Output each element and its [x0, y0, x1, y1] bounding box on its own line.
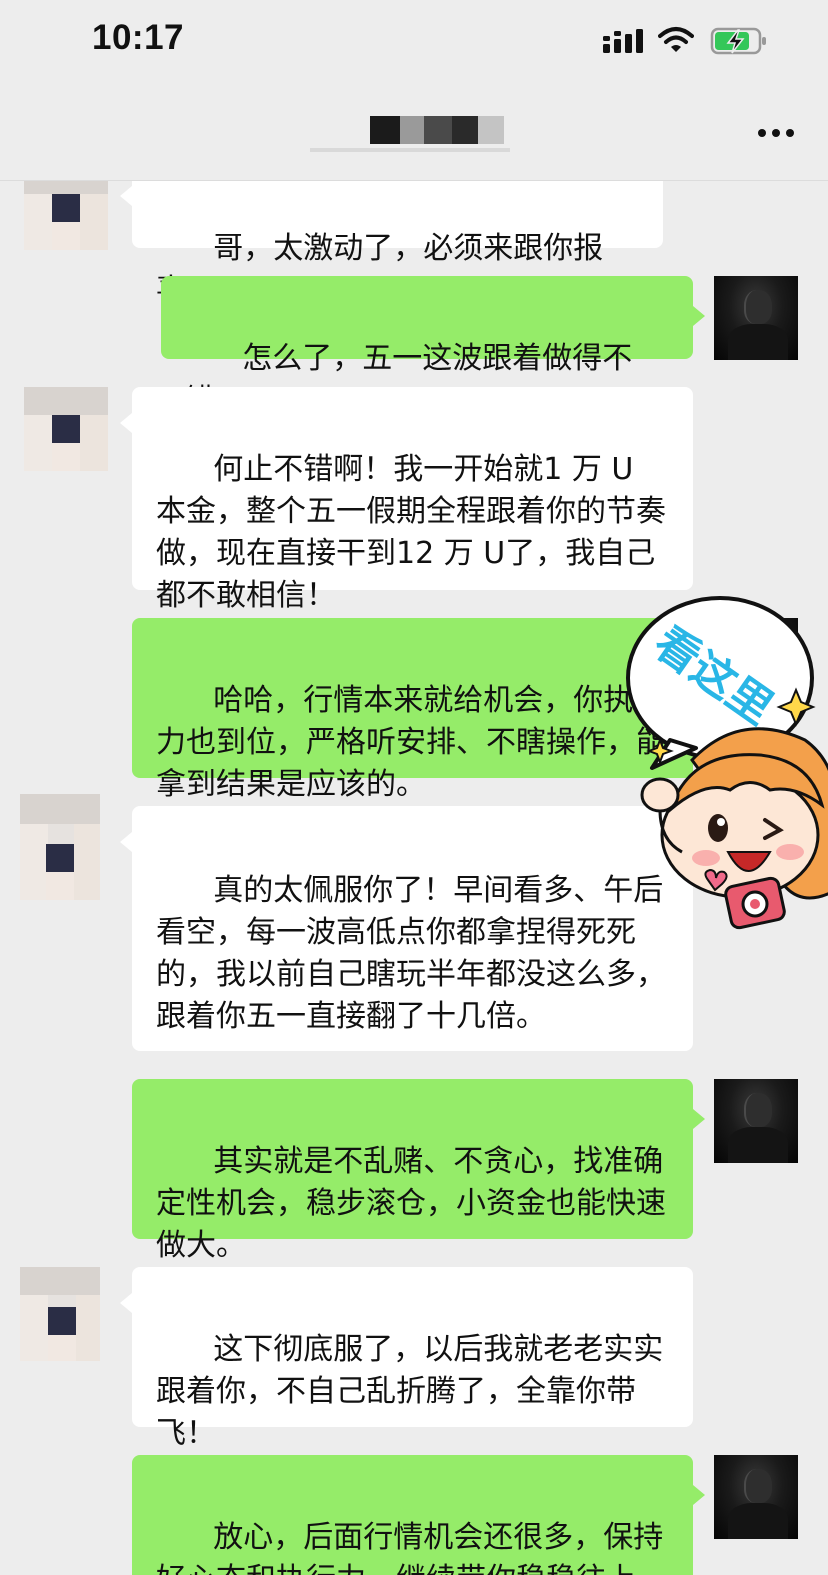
message-text: 哈哈，行情本来就给机会，你执行力也到位，严格听安排、不瞎操作，能拿到结果是应该的… [156, 683, 666, 802]
message-bubble-incoming[interactable]: 这下彻底服了，以后我就老老实实跟着你，不自己乱折腾了，全靠你带飞！ [120, 1267, 693, 1451]
message-text: 放心，后面行情机会还很多，保持好心态和执行力，继续带你稳稳往上冲。 [156, 1520, 664, 1575]
message-text: 这下彻底服了，以后我就老老实实跟着你，不自己乱折腾了，全靠你带飞！ [156, 1332, 664, 1451]
contact-avatar[interactable] [20, 794, 100, 900]
message-list[interactable]: 哥，太激动了，必须来跟你报喜！ 怎么了，五一这波跟着做得不错? 何止不错啊！我一… [0, 0, 828, 1575]
message-text: 何止不错啊！我一开始就1 万 U 本金，整个五一假期全程跟着你的节奏做，现在直接… [156, 452, 666, 613]
my-avatar[interactable] [714, 1079, 798, 1163]
chat-header [0, 84, 828, 181]
chat-screen: 哥，太激动了，必须来跟你报喜！ 怎么了，五一这波跟着做得不错? 何止不错啊！我一… [0, 0, 828, 1575]
my-avatar[interactable] [714, 276, 798, 360]
my-avatar[interactable] [714, 1455, 798, 1539]
cartoon-girl-sticker: 看这里 [600, 590, 828, 950]
chat-title-redacted [310, 114, 520, 152]
message-bubble-incoming[interactable]: 何止不错啊！我一开始就1 万 U 本金，整个五一假期全程跟着你的节奏做，现在直接… [120, 387, 693, 613]
message-text: 其实就是不乱赌、不贪心，找准确定性机会，稳步滚仓，小资金也能快速做大。 [156, 1144, 666, 1263]
contact-avatar[interactable] [24, 387, 108, 471]
wifi-icon [658, 27, 694, 52]
message-text: 真的太佩服你了！早间看多、午后看空，每一波高低点你都拿捏得死死的，我以前自己瞎玩… [156, 873, 666, 1034]
signal-icon [603, 29, 643, 53]
status-bar: 10:17 [0, 0, 828, 84]
sticker-graphic: 看这里 [626, 596, 828, 930]
message-bubble-outgoing[interactable]: 放心，后面行情机会还很多，保持好心态和执行力，继续带你稳稳往上冲。 [132, 1455, 705, 1575]
battery-charging-icon [710, 27, 766, 55]
message-bubble-outgoing[interactable]: 其实就是不乱赌、不贪心，找准确定性机会，稳步滚仓，小资金也能快速做大。 [132, 1079, 705, 1263]
status-time: 10:17 [92, 18, 185, 57]
more-icon[interactable] [757, 128, 795, 138]
contact-avatar[interactable] [20, 1267, 100, 1361]
camera-icon [724, 876, 786, 930]
message-bubble-outgoing[interactable]: 怎么了，五一这波跟着做得不错? [161, 276, 705, 418]
